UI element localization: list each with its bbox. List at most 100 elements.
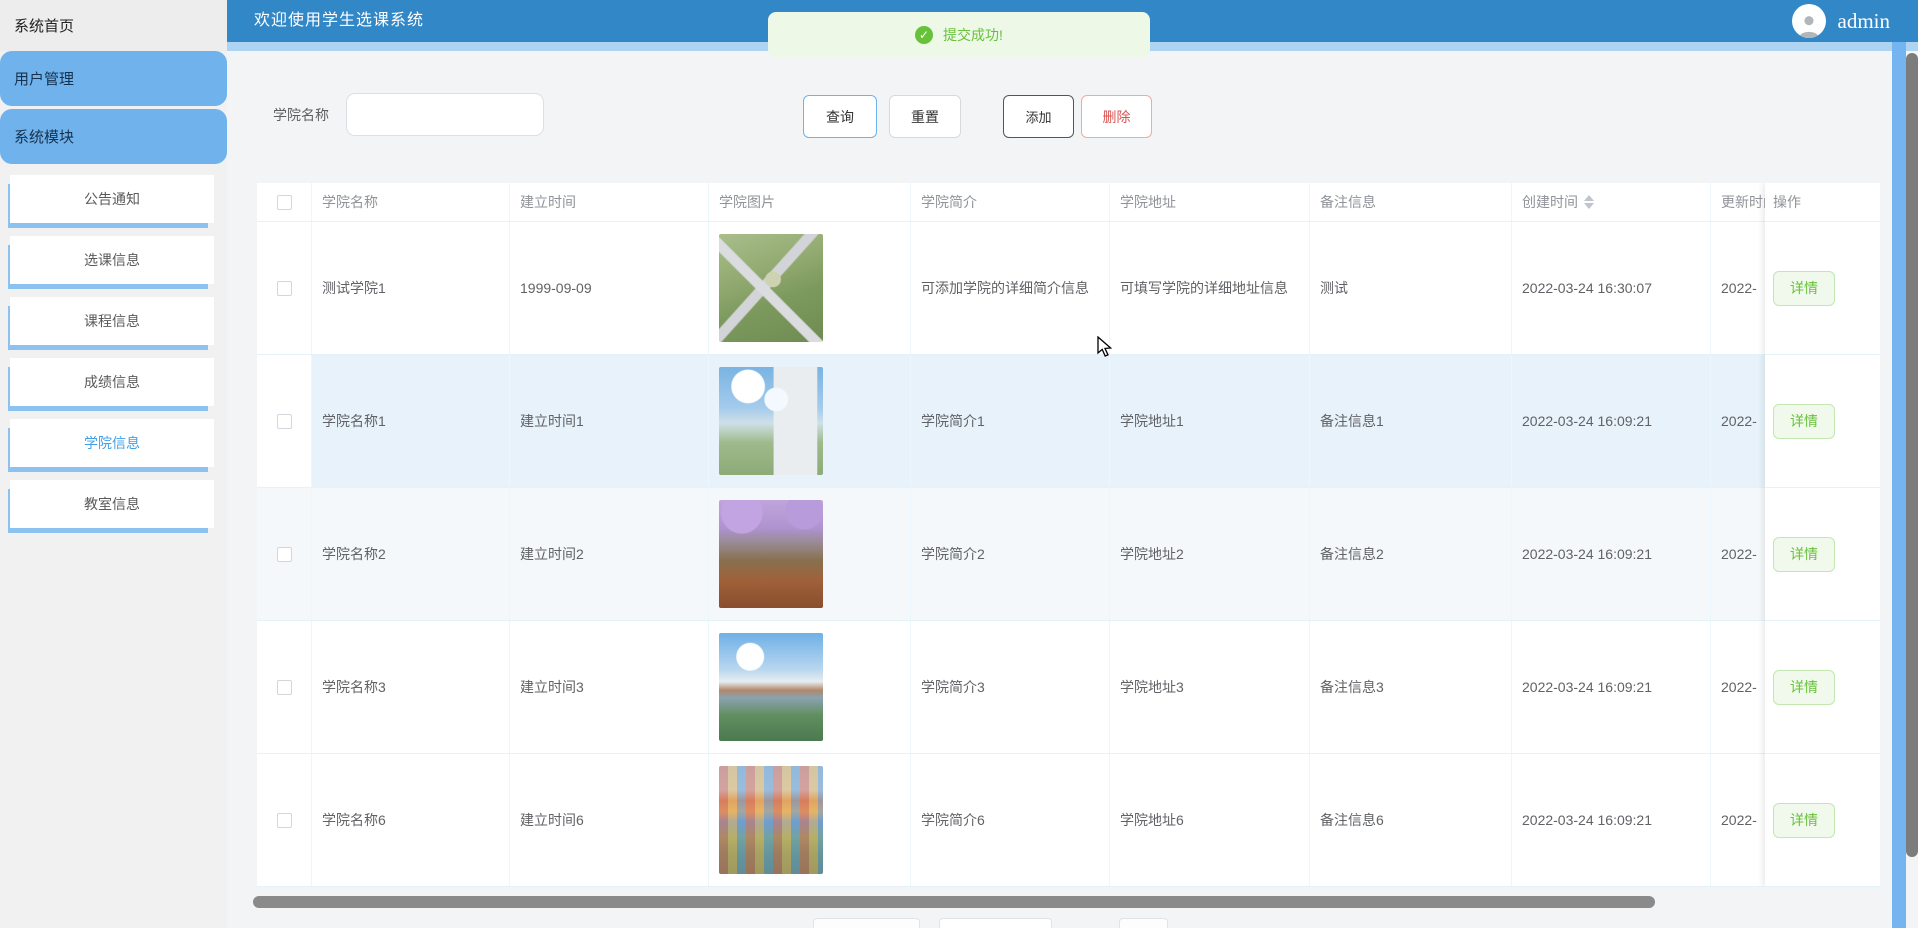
sidebar-item-4[interactable]: 学院信息 (10, 419, 214, 467)
sidebar-item-2[interactable]: 课程信息 (10, 297, 214, 345)
operation-fixed-column: 操作详情详情详情详情详情 (1765, 183, 1880, 887)
sidebar-item-home[interactable]: 系统首页 (0, 0, 227, 51)
row-checkbox-cell (257, 222, 312, 354)
cell-created: 2022-03-24 16:09:21 (1512, 355, 1711, 487)
cell-image (709, 222, 911, 354)
success-check-icon: ✓ (915, 26, 933, 44)
sidebar-item-3[interactable]: 成绩信息 (10, 358, 214, 406)
cell-founded: 建立时间6 (510, 754, 709, 886)
pagination-prev-button[interactable] (813, 918, 920, 928)
table-row[interactable]: 学院名称6建立时间6学院简介6学院地址6备注信息62022-03-24 16:0… (257, 754, 1880, 887)
cell-name: 测试学院1 (312, 222, 510, 354)
cell-intro: 学院简介3 (911, 621, 1110, 753)
row-checkbox[interactable] (277, 680, 292, 695)
column-header-2[interactable]: 学院图片 (709, 183, 911, 221)
pagination-next-button[interactable] (1119, 918, 1168, 928)
user-avatar-icon (1792, 4, 1826, 38)
sidebar-group-system-modules[interactable]: 系统模块 (0, 109, 227, 164)
sidebar: 系统首页 用户管理 系统模块 公告通知选课信息课程信息成绩信息学院信息教室信息 (0, 0, 227, 928)
username-label: admin (1838, 9, 1891, 34)
cell-name: 学院名称1 (312, 355, 510, 487)
delete-button[interactable]: 删除 (1081, 95, 1152, 138)
sidebar-group-user-management[interactable]: 用户管理 (0, 51, 227, 106)
table-row[interactable]: 学院名称1建立时间1学院简介1学院地址1备注信息12022-03-24 16:0… (257, 355, 1880, 488)
sort-caret-icon[interactable] (1584, 195, 1594, 209)
cell-address: 学院地址3 (1110, 621, 1310, 753)
table-row[interactable]: 学院名称3建立时间3学院简介3学院地址3备注信息32022-03-24 16:0… (257, 621, 1880, 754)
cell-address: 学院地址6 (1110, 754, 1310, 886)
cell-name: 学院名称2 (312, 488, 510, 620)
college-image-purple-blossom-building (719, 500, 823, 608)
row-checkbox[interactable] (277, 813, 292, 828)
cell-remark: 备注信息3 (1310, 621, 1512, 753)
mouse-cursor (1096, 336, 1116, 358)
cell-founded: 建立时间3 (510, 621, 709, 753)
sidebar-item-1[interactable]: 选课信息 (10, 236, 214, 284)
row-checkbox-cell (257, 488, 312, 620)
column-header-label: 学院简介 (921, 192, 977, 212)
horizontal-scrollbar[interactable] (253, 896, 1655, 908)
vertical-scrollbar[interactable] (1906, 53, 1918, 857)
detail-button[interactable]: 详情 (1773, 670, 1835, 705)
detail-button[interactable]: 详情 (1773, 803, 1835, 838)
college-image-colorful-building-reflection (719, 766, 823, 874)
table-row[interactable]: 学院名称2建立时间2学院简介2学院地址2备注信息22022-03-24 16:0… (257, 488, 1880, 621)
cell-intro: 学院简介6 (911, 754, 1110, 886)
column-header-label: 学院名称 (322, 192, 378, 212)
detail-button[interactable]: 详情 (1773, 404, 1835, 439)
success-toast: ✓ 提交成功! (768, 12, 1150, 57)
column-header-4[interactable]: 学院地址 (1110, 183, 1310, 221)
sidebar-item-5[interactable]: 教室信息 (10, 480, 214, 528)
column-header-label: 学院地址 (1120, 192, 1176, 212)
cell-image (709, 355, 911, 487)
operation-cell: 详情 (1765, 621, 1880, 754)
college-image-campus-aerial-green (719, 234, 823, 342)
cell-intro: 可添加学院的详细简介信息 (911, 222, 1110, 354)
column-header-3[interactable]: 学院简介 (911, 183, 1110, 221)
column-header-label: 学院图片 (719, 192, 775, 212)
row-checkbox[interactable] (277, 547, 292, 562)
column-header-0[interactable]: 学院名称 (312, 183, 510, 221)
person-icon (1796, 12, 1822, 38)
operation-column-header: 操作 (1765, 183, 1880, 222)
sidebar-item-0[interactable]: 公告通知 (10, 175, 214, 223)
table-row[interactable]: 测试学院11999-09-09可添加学院的详细简介信息可填写学院的详细地址信息测… (257, 222, 1880, 355)
column-header-1[interactable]: 建立时间 (510, 183, 709, 221)
column-header-6[interactable]: 创建时间 (1512, 183, 1711, 221)
page-title: 欢迎使用学生选课系统 (254, 0, 424, 42)
cell-image (709, 621, 911, 753)
cell-founded: 建立时间1 (510, 355, 709, 487)
select-all-checkbox[interactable] (277, 195, 292, 210)
table-header-row: 学院名称建立时间学院图片学院简介学院地址备注信息创建时间更新时间 (257, 183, 1880, 222)
detail-button[interactable]: 详情 (1773, 537, 1835, 572)
column-header-label: 备注信息 (1320, 192, 1376, 212)
row-checkbox[interactable] (277, 281, 292, 296)
cell-created: 2022-03-24 16:09:21 (1512, 488, 1711, 620)
operation-cell: 详情 (1765, 488, 1880, 621)
cell-intro: 学院简介2 (911, 488, 1110, 620)
cell-address: 学院地址2 (1110, 488, 1310, 620)
admin-account[interactable]: admin (1792, 4, 1891, 38)
cell-created: 2022-03-24 16:09:21 (1512, 754, 1711, 886)
college-table: 学院名称建立时间学院图片学院简介学院地址备注信息创建时间更新时间测试学院1199… (257, 183, 1880, 887)
detail-button[interactable]: 详情 (1773, 271, 1835, 306)
cell-address: 学院地址1 (1110, 355, 1310, 487)
reset-button[interactable]: 重置 (889, 95, 961, 138)
toast-message: 提交成功! (943, 25, 1003, 45)
college-image-lakeside-building-sky (719, 633, 823, 741)
sidebar-submenu: 公告通知选课信息课程信息成绩信息学院信息教室信息 (0, 175, 227, 528)
cell-remark: 备注信息1 (1310, 355, 1512, 487)
row-checkbox[interactable] (277, 414, 292, 429)
cell-remark: 测试 (1310, 222, 1512, 354)
cell-created: 2022-03-24 16:09:21 (1512, 621, 1711, 753)
cell-image (709, 488, 911, 620)
pagination-pages[interactable] (939, 918, 1052, 928)
college-name-label: 学院名称 (273, 105, 329, 125)
query-button[interactable]: 查询 (803, 95, 877, 138)
cell-image (709, 754, 911, 886)
row-checkbox-cell (257, 355, 312, 487)
college-name-input[interactable] (346, 93, 544, 136)
cell-remark: 备注信息6 (1310, 754, 1512, 886)
column-header-5[interactable]: 备注信息 (1310, 183, 1512, 221)
add-button[interactable]: 添加 (1003, 95, 1074, 138)
